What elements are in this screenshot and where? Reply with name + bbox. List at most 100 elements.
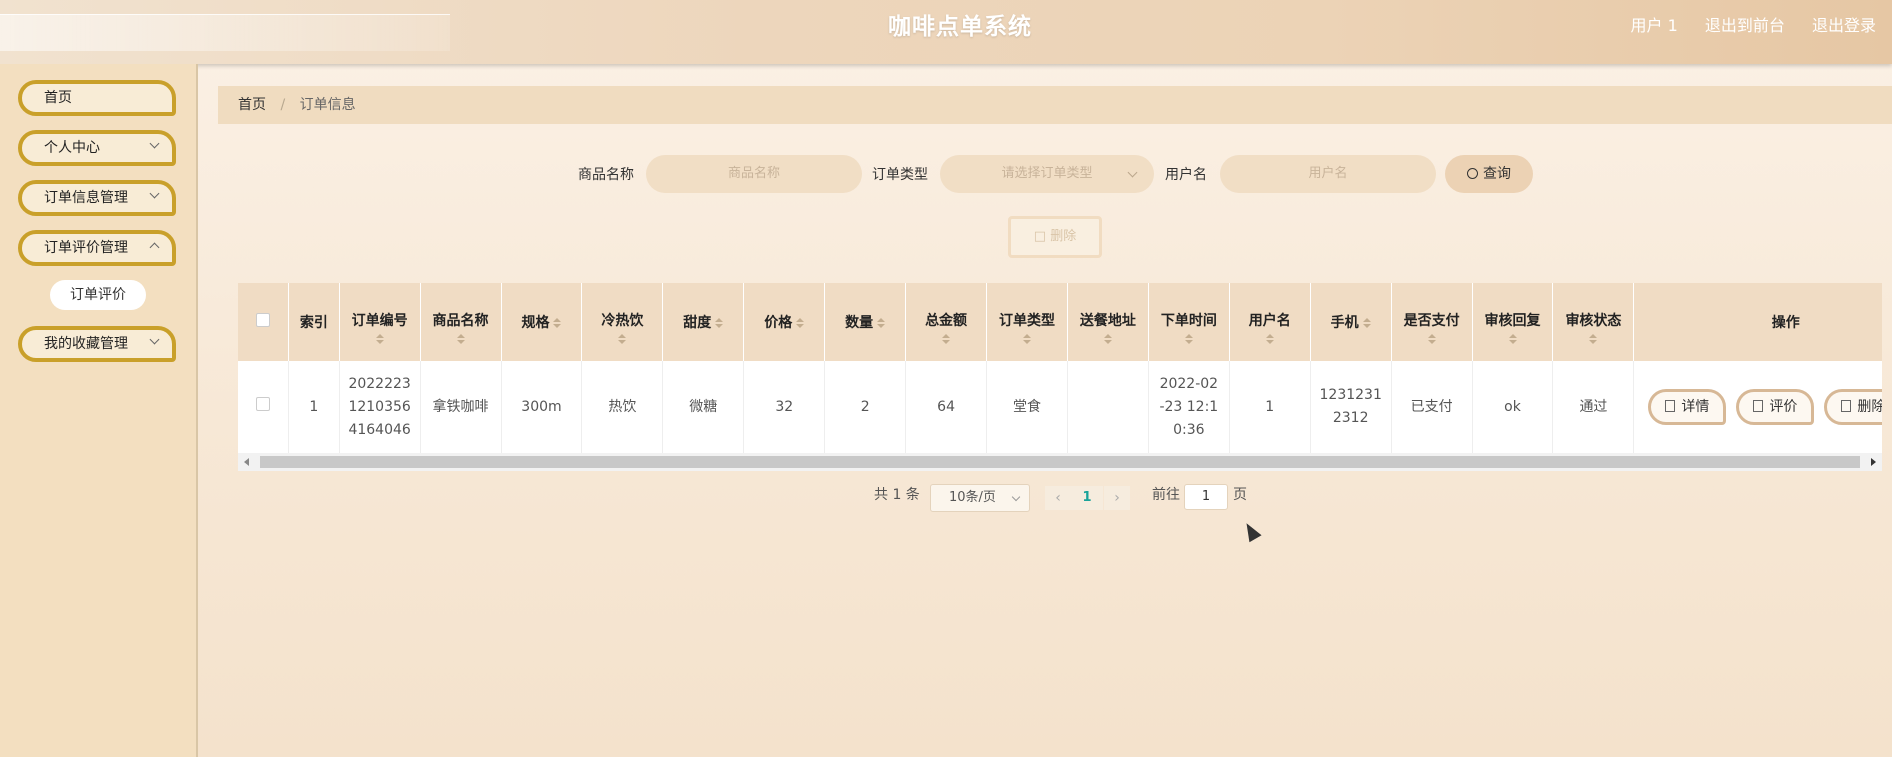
chevron-down-icon <box>149 188 160 199</box>
breadcrumb-current: 订单信息 <box>299 97 356 113</box>
prev-page-button[interactable]: ‹ <box>1045 486 1071 510</box>
page-number-current[interactable]: 1 <box>1071 486 1103 510</box>
next-page-button[interactable]: › <box>1104 486 1130 510</box>
column-header-label: 手机 <box>1330 315 1359 331</box>
chevron-down-icon <box>149 334 160 345</box>
search-icon <box>1467 168 1478 179</box>
query-button-label: 查询 <box>1483 166 1511 182</box>
sidebar-item-personal-center[interactable]: 个人中心 <box>18 130 176 166</box>
batch-delete-button[interactable]: □ 删除 <box>1008 216 1102 258</box>
breadcrumb-home[interactable]: 首页 <box>238 97 266 113</box>
sort-icon[interactable] <box>1362 318 1371 328</box>
column-header[interactable]: 价格 <box>743 283 826 361</box>
column-header[interactable]: 是否支付 <box>1391 283 1473 361</box>
goto-page-input[interactable]: 1 <box>1184 484 1228 510</box>
sidebar-item-label: 订单评价管理 <box>44 240 128 256</box>
sidebar-item-order-info[interactable]: 订单信息管理 <box>18 180 176 216</box>
row-checkbox[interactable] <box>256 396 271 411</box>
column-header[interactable]: 审核状态 <box>1552 283 1635 361</box>
column-header-label: 审核回复 <box>1484 313 1541 329</box>
column-header-label: 订单编号 <box>351 313 408 329</box>
username-input[interactable]: 用户名 <box>1220 155 1436 193</box>
batch-delete-label: 删除 <box>1050 229 1077 244</box>
scrollbar-thumb[interactable] <box>260 456 1860 468</box>
breadcrumb: 首页 / 订单信息 <box>218 86 1892 124</box>
sort-icon[interactable] <box>553 318 562 328</box>
scroll-left-arrow[interactable] <box>244 458 249 466</box>
column-header[interactable]: 规格 <box>501 283 583 361</box>
query-button[interactable]: 查询 <box>1445 155 1533 193</box>
cell-phone: 1231231 2312 <box>1310 361 1392 453</box>
page-size-value: 10条/页 <box>949 490 996 505</box>
column-header[interactable]: 用户名 <box>1229 283 1311 361</box>
table-row: 1 2022223 1210356 4164046 拿铁咖啡 300m 热饮 微… <box>238 361 1882 453</box>
chevron-down-icon <box>149 242 160 253</box>
column-header[interactable]: 订单类型 <box>986 283 1068 361</box>
cell-order-type: 堂食 <box>986 361 1068 453</box>
cell-product: 拿铁咖啡 <box>420 361 502 453</box>
column-header[interactable]: 数量 <box>824 283 907 361</box>
exit-to-front-link[interactable]: 退出到前台 <box>1705 16 1785 35</box>
sidebar-item-label: 个人中心 <box>44 140 100 156</box>
sort-icon[interactable] <box>796 318 805 328</box>
product-name-label: 商品名称 <box>578 167 634 183</box>
top-header: 咖啡点单系统 用户 1 退出到前台 退出登录 <box>0 0 1892 64</box>
cell-text-line: 1210356 <box>348 398 411 415</box>
sort-icon[interactable] <box>715 318 724 328</box>
pagination-total: 共 1 条 <box>874 487 920 503</box>
column-header[interactable]: 下单时间 <box>1148 283 1230 361</box>
column-header[interactable]: 审核回复 <box>1472 283 1554 361</box>
order-type-select[interactable]: 请选择订单类型 <box>940 155 1154 193</box>
review-button[interactable]: 评价 <box>1736 389 1815 425</box>
order-type-label: 订单类型 <box>872 167 928 183</box>
cell-index: 1 <box>288 361 340 453</box>
page-size-select[interactable]: 10条/页 <box>930 484 1030 512</box>
column-header[interactable]: 冷热饮 <box>581 283 664 361</box>
column-header-label: 商品名称 <box>432 313 489 329</box>
column-header[interactable]: 订单编号 <box>339 283 421 361</box>
cell-text-line: 2022223 <box>348 375 411 392</box>
cell-time: 2022-02 -23 12:1 0:36 <box>1148 361 1230 453</box>
column-header-label: 数量 <box>845 315 874 331</box>
cell-price: 32 <box>743 361 826 453</box>
select-all-checkbox[interactable] <box>256 313 271 327</box>
scroll-right-arrow[interactable] <box>1871 458 1876 466</box>
table-horizontal-scrollbar[interactable] <box>238 453 1882 471</box>
current-user[interactable]: 用户 1 <box>1631 16 1678 35</box>
header-actions: 用户 1 退出到前台 退出登录 <box>1609 0 1877 52</box>
document-icon <box>1753 400 1764 412</box>
column-header[interactable]: 送餐地址 <box>1067 283 1149 361</box>
column-header-label: 订单类型 <box>998 313 1055 329</box>
goto-label: 前往 <box>1152 487 1180 503</box>
sidebar-subitem-order-review[interactable]: 订单评价 <box>50 280 146 310</box>
select-all-header <box>238 283 290 361</box>
column-header-label: 索引 <box>299 315 328 331</box>
logout-link[interactable]: 退出登录 <box>1812 16 1876 35</box>
cell-total: 64 <box>905 361 988 453</box>
column-header-label: 送餐地址 <box>1079 313 1136 329</box>
detail-button[interactable]: 详情 <box>1648 389 1727 425</box>
sidebar-item-label: 首页 <box>44 90 72 106</box>
column-header[interactable]: 甜度 <box>662 283 745 361</box>
delete-row-button[interactable]: 删除 <box>1824 389 1882 425</box>
cell-text-line: 1231231 <box>1319 387 1382 403</box>
column-header[interactable]: 总金额 <box>905 283 988 361</box>
sidebar-item-order-review[interactable]: 订单评价管理 <box>18 230 176 266</box>
sidebar-item-label: 订单信息管理 <box>44 190 128 206</box>
sidebar-item-label: 我的收藏管理 <box>44 336 128 352</box>
column-header-label: 甜度 <box>683 315 712 331</box>
row-select-cell <box>238 361 290 453</box>
cell-order-no: 2022223 1210356 4164046 <box>339 361 421 453</box>
column-header-label: 下单时间 <box>1160 313 1217 329</box>
column-header: 操作 <box>1633 283 1882 361</box>
column-header-label: 规格 <box>521 315 550 331</box>
product-name-input[interactable]: 商品名称 <box>646 155 862 193</box>
cell-temperature: 热饮 <box>581 361 664 453</box>
sort-icon[interactable] <box>877 318 886 328</box>
sidebar-item-favorites[interactable]: 我的收藏管理 <box>18 326 176 362</box>
column-header[interactable]: 商品名称 <box>420 283 502 361</box>
sidebar-item-home[interactable]: 首页 <box>18 80 176 116</box>
cell-text-line: 4164046 <box>348 421 411 438</box>
cell-review-status: 通过 <box>1552 361 1635 453</box>
column-header[interactable]: 手机 <box>1310 283 1392 361</box>
